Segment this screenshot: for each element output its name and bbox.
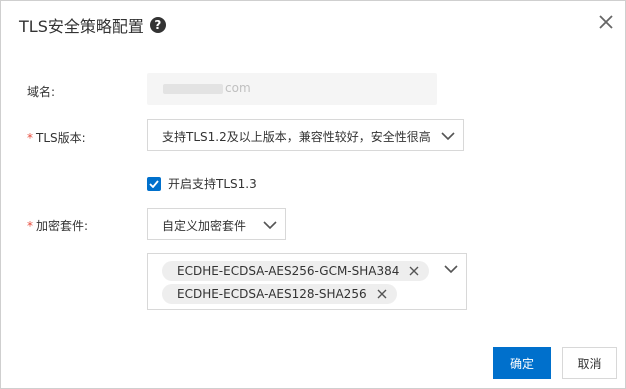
chevron-down-icon[interactable]	[444, 264, 458, 274]
tls13-checkbox[interactable]	[147, 176, 161, 191]
chevron-down-icon	[441, 132, 455, 141]
cipher-tag: ECDHE-ECDSA-AES256-GCM-SHA384	[162, 261, 430, 281]
cipher-tag-label: ECDHE-ECDSA-AES128-SHA256	[177, 287, 367, 301]
close-icon[interactable]	[597, 13, 615, 31]
dialog-title: TLS安全策略配置	[19, 17, 144, 36]
cipher-suite-select[interactable]: 自定义加密套件	[147, 208, 286, 240]
cipher-suite-multiselect[interactable]: ECDHE-ECDSA-AES256-GCM-SHA384 ECDHE-ECDS…	[147, 253, 467, 310]
domain-field: com	[147, 73, 437, 105]
cipher-tag-label: ECDHE-ECDSA-AES256-GCM-SHA384	[177, 264, 400, 278]
required-mark: *	[27, 131, 33, 145]
tls-version-label: * TLS版本:	[27, 131, 86, 145]
cipher-suite-label: * 加密套件:	[27, 219, 89, 233]
tls13-label: 开启支持TLS1.3	[168, 177, 257, 191]
tls13-option[interactable]: 开启支持TLS1.3	[147, 175, 257, 192]
remove-tag-icon[interactable]	[409, 266, 419, 276]
domain-label: 域名:	[27, 85, 56, 99]
dialog-header: TLS安全策略配置 ?	[19, 13, 166, 37]
remove-tag-icon[interactable]	[377, 289, 387, 299]
cipher-tag: ECDHE-ECDSA-AES128-SHA256	[162, 284, 397, 304]
question-circle-icon[interactable]: ?	[149, 17, 166, 33]
confirm-button[interactable]: 确定	[493, 347, 551, 379]
cancel-button[interactable]: 取消	[562, 347, 617, 379]
tls-version-value: 支持TLS1.2及以上版本，兼容性较好，安全性很高	[162, 130, 431, 144]
tls-version-select[interactable]: 支持TLS1.2及以上版本，兼容性较好，安全性很高	[147, 119, 464, 151]
domain-redacted-mask	[163, 84, 223, 94]
cipher-suite-value: 自定义加密套件	[162, 219, 247, 233]
required-mark: *	[27, 219, 33, 233]
domain-value: com	[225, 81, 251, 95]
tls-policy-dialog: TLS安全策略配置 ? 域名: com * TLS版本: 支持TLS1.2及以上版…	[0, 0, 626, 389]
check-icon	[149, 179, 159, 188]
chevron-down-icon	[263, 221, 277, 230]
